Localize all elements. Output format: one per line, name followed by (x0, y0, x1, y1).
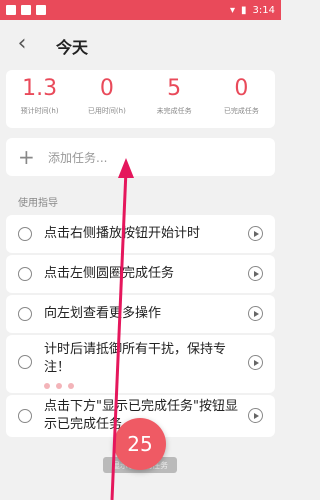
arrow-shaft (110, 169, 128, 500)
arrow-head (118, 158, 134, 178)
annotation-arrow (110, 158, 134, 500)
